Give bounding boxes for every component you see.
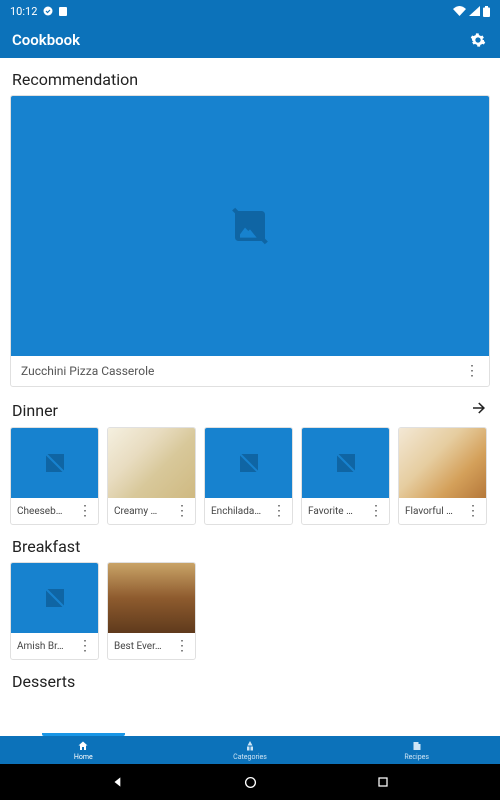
recipe-card[interactable]: Cheeseb… ⋮ xyxy=(10,427,99,525)
recommendation-menu-button[interactable]: ⋮ xyxy=(465,364,479,378)
settings-button[interactable] xyxy=(468,30,488,50)
nav-recipes-label: Recipes xyxy=(404,753,429,761)
system-nav xyxy=(0,764,500,800)
recipes-icon xyxy=(411,740,423,752)
status-bar: 10:12 xyxy=(0,0,500,22)
section-title-desserts: Desserts xyxy=(12,672,75,691)
home-icon xyxy=(77,740,89,752)
recipe-image xyxy=(399,428,486,498)
recipe-name: Cheeseb… xyxy=(17,506,62,517)
section-title-recommendation: Recommendation xyxy=(12,70,138,89)
recipe-menu-button[interactable]: ⋮ xyxy=(175,504,189,518)
recommendation-name: Zucchini Pizza Casserole xyxy=(21,364,154,378)
recommendation-card[interactable]: Zucchini Pizza Casserole ⋮ xyxy=(10,95,490,387)
recipe-menu-button[interactable]: ⋮ xyxy=(369,504,383,518)
nav-categories[interactable]: Categories xyxy=(167,736,334,764)
sys-recent-button[interactable] xyxy=(368,767,398,797)
no-image-icon xyxy=(334,451,358,475)
recipe-image xyxy=(11,428,98,498)
recipe-name: Favorite … xyxy=(308,506,353,517)
app-bar: Cookbook xyxy=(0,22,500,58)
no-image-icon xyxy=(43,451,67,475)
sys-back-button[interactable] xyxy=(103,767,133,797)
no-image-icon xyxy=(230,206,270,246)
recipe-card[interactable]: Enchilada… ⋮ xyxy=(204,427,293,525)
recipe-menu-button[interactable]: ⋮ xyxy=(272,504,286,518)
dinner-more-button[interactable] xyxy=(470,399,488,421)
recipe-menu-button[interactable]: ⋮ xyxy=(175,639,189,653)
recipe-image xyxy=(11,563,98,633)
categories-icon xyxy=(244,740,256,752)
recipe-card[interactable]: Best Ever… ⋮ xyxy=(107,562,196,660)
section-title-breakfast: Breakfast xyxy=(12,537,80,556)
status-sim-icon xyxy=(59,6,67,16)
content[interactable]: Recommendation Zucchini Pizza Casserole … xyxy=(0,58,500,736)
recipe-image xyxy=(302,428,389,498)
battery-icon xyxy=(483,6,490,17)
signal-icon xyxy=(469,6,480,16)
recipe-menu-button[interactable]: ⋮ xyxy=(466,504,480,518)
section-title-dinner: Dinner xyxy=(12,401,58,420)
wifi-icon xyxy=(453,6,466,16)
status-time: 10:12 xyxy=(10,5,37,18)
recommendation-image xyxy=(11,96,489,356)
recipe-name: Flavorful … xyxy=(405,506,453,517)
recipe-image xyxy=(108,428,195,498)
nav-recipes[interactable]: Recipes xyxy=(333,736,500,764)
back-icon xyxy=(111,775,125,789)
nav-categories-label: Categories xyxy=(233,753,267,761)
circle-icon xyxy=(244,776,257,789)
sys-home-button[interactable] xyxy=(235,767,265,797)
recipe-card[interactable]: Creamy … ⋮ xyxy=(107,427,196,525)
no-image-icon xyxy=(43,586,67,610)
recipe-image xyxy=(205,428,292,498)
recipe-name: Best Ever… xyxy=(114,641,162,652)
app-title: Cookbook xyxy=(12,31,80,49)
nav-home[interactable]: Home xyxy=(0,736,167,764)
recipe-image xyxy=(108,563,195,633)
recipe-name: Enchilada… xyxy=(211,506,261,517)
status-app-icon xyxy=(43,6,53,16)
arrow-right-icon xyxy=(470,399,488,417)
breakfast-row[interactable]: Amish Br… ⋮ Best Ever… ⋮ xyxy=(10,562,490,660)
recipe-name: Amish Br… xyxy=(17,641,64,652)
recipe-menu-button[interactable]: ⋮ xyxy=(78,504,92,518)
recipe-menu-button[interactable]: ⋮ xyxy=(78,639,92,653)
recipe-card[interactable]: Amish Br… ⋮ xyxy=(10,562,99,660)
recipe-name: Creamy … xyxy=(114,506,157,517)
bottom-nav: Home Categories Recipes xyxy=(0,736,500,764)
square-icon xyxy=(377,776,389,788)
nav-home-label: Home xyxy=(74,753,93,761)
settings-icon xyxy=(470,32,486,48)
no-image-icon xyxy=(237,451,261,475)
dinner-row[interactable]: Cheeseb… ⋮ Creamy … ⋮ Enchilada… ⋮ xyxy=(10,427,490,525)
recipe-card[interactable]: Favorite … ⋮ xyxy=(301,427,390,525)
recipe-card[interactable]: Flavorful … ⋮ xyxy=(398,427,487,525)
